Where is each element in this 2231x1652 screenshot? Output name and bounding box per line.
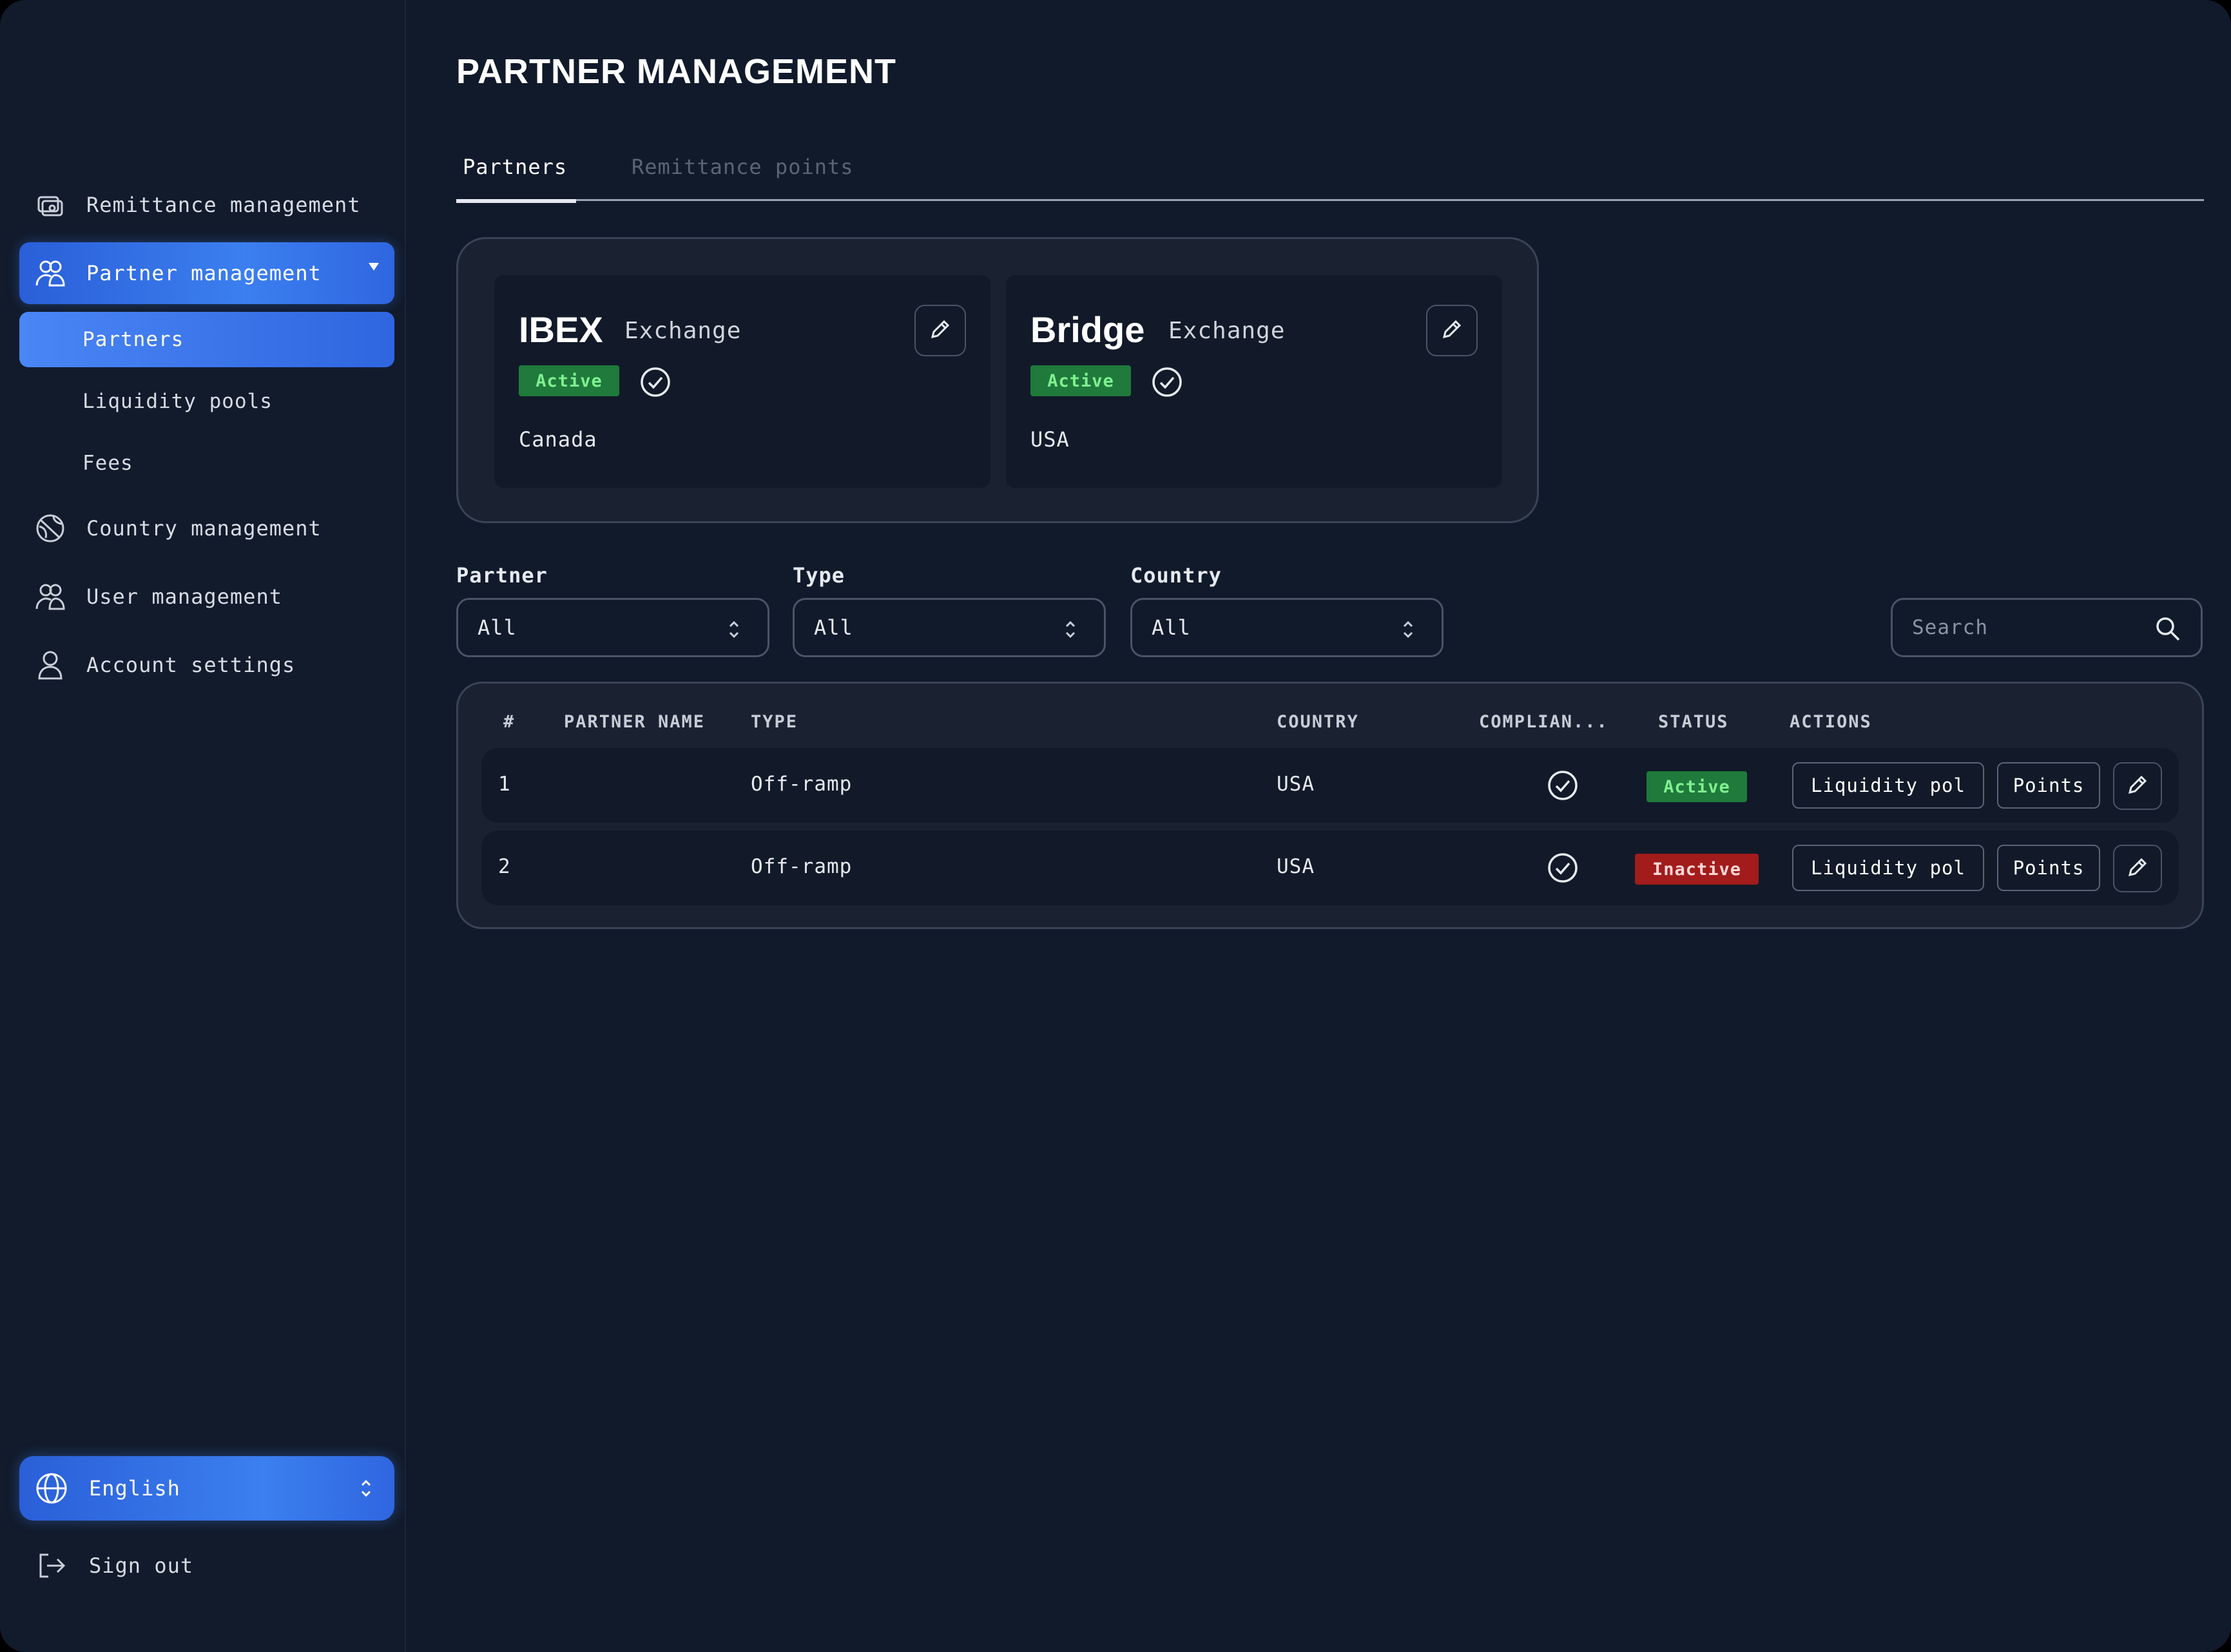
column-header-country: COUNTRY: [1277, 712, 1359, 732]
partner-card[interactable]: IBEX Exchange Active Canada: [494, 275, 990, 488]
column-header-partner-name: PARTNER NAME: [564, 712, 706, 732]
filter-label-partner: Partner: [456, 563, 548, 588]
status-badge: Active: [1030, 365, 1131, 396]
row-number: 2: [498, 855, 511, 878]
edit-partner-button[interactable]: [914, 305, 966, 356]
up-down-icon: [726, 618, 742, 641]
remittance-icon: [34, 188, 67, 222]
users-icon: [34, 580, 67, 613]
row-number: 1: [498, 773, 511, 796]
person-icon: [34, 648, 67, 682]
liquidity-pool-button[interactable]: Liquidity pol: [1792, 845, 1984, 891]
partner-card[interactable]: Bridge Exchange Active USA: [1006, 275, 1502, 488]
edit-row-button[interactable]: [2113, 845, 2162, 892]
tab-remittance-points[interactable]: Remittance points: [632, 142, 854, 200]
sidebar-item-label: Account settings: [86, 653, 296, 677]
partner-cards-panel: IBEX Exchange Active Canada Bridge Excha…: [456, 237, 1539, 523]
partner-card-type: Exchange: [624, 318, 742, 344]
type-filter-select[interactable]: All: [793, 598, 1106, 657]
language-label: English: [89, 1476, 180, 1501]
sidebar-subitem-partners[interactable]: Partners: [19, 312, 394, 367]
row-type: Off-ramp: [751, 773, 853, 796]
sidebar-item-label: Partner management: [86, 261, 322, 285]
partner-icon: [34, 256, 67, 290]
sidebar-subitem-label: Partners: [82, 328, 184, 351]
row-country: USA: [1277, 773, 1315, 796]
pencil-icon: [927, 316, 953, 345]
caret-down-icon: [369, 263, 379, 271]
search-icon[interactable]: [2153, 614, 2183, 644]
sidebar-item-label: Remittance management: [86, 193, 361, 217]
sign-out-icon: [34, 1548, 70, 1584]
pencil-icon: [1439, 316, 1465, 345]
select-value: All: [1152, 615, 1191, 640]
compliance-check-icon: [1546, 769, 1579, 802]
sidebar-subitem-label: Fees: [82, 452, 133, 475]
sidebar: Remittance management Partner management…: [0, 0, 406, 1652]
sign-out-label: Sign out: [89, 1553, 194, 1578]
sidebar-item-account-settings[interactable]: Account settings: [19, 634, 394, 696]
sidebar-item-label: Country management: [86, 516, 322, 541]
globe-slash-icon: [34, 512, 67, 545]
filter-label-country: Country: [1130, 563, 1222, 588]
search-placeholder: Search: [1912, 616, 1988, 639]
table-row[interactable]: 1 Off-ramp USA Active Liquidity pol Poin…: [481, 748, 2179, 823]
up-down-icon: [358, 1475, 374, 1501]
up-down-icon: [1400, 618, 1416, 641]
sidebar-subitem-label: Liquidity pools: [82, 390, 273, 413]
status-badge: Active: [519, 365, 619, 396]
column-header-type: TYPE: [751, 712, 798, 732]
sidebar-item-user-management[interactable]: User management: [19, 566, 394, 628]
sidebar-subitem-fees[interactable]: Fees: [19, 436, 394, 491]
pencil-icon: [2125, 854, 2150, 883]
column-header-number: #: [503, 712, 516, 732]
tab-bar: Partners Remittance points: [456, 129, 2204, 203]
table-row[interactable]: 2 Off-ramp USA Inactive Liquidity pol Po…: [481, 831, 2179, 905]
sidebar-item-remittance-management[interactable]: Remittance management: [19, 174, 394, 236]
partner-card-name: IBEX: [519, 309, 603, 350]
up-down-icon: [1063, 618, 1078, 641]
points-button[interactable]: Points: [1997, 762, 2100, 809]
row-country: USA: [1277, 855, 1315, 878]
partner-filter-select[interactable]: All: [456, 598, 769, 657]
sidebar-item-country-management[interactable]: Country management: [19, 497, 394, 559]
pencil-icon: [2125, 772, 2150, 800]
partners-table: # PARTNER NAME TYPE COUNTRY COMPLIAN... …: [456, 682, 2204, 929]
edit-row-button[interactable]: [2113, 762, 2162, 810]
sign-out-button[interactable]: Sign out: [19, 1535, 394, 1597]
compliance-check-icon: [1546, 851, 1579, 885]
select-value: All: [478, 615, 517, 640]
check-circle-icon: [1150, 365, 1184, 399]
column-header-actions: ACTIONS: [1790, 712, 1872, 732]
partner-card-country: Canada: [519, 427, 597, 452]
status-badge: Active: [1647, 771, 1747, 802]
status-badge: Inactive: [1635, 854, 1759, 885]
tab-partners[interactable]: Partners: [456, 142, 577, 203]
column-header-compliance: COMPLIAN...: [1479, 712, 1608, 732]
page-title: PARTNER MANAGEMENT: [456, 52, 896, 91]
filter-label-type: Type: [793, 563, 845, 588]
sidebar-item-partner-management[interactable]: Partner management: [19, 242, 394, 304]
search-input[interactable]: Search: [1891, 598, 2203, 657]
app-window: Remittance management Partner management…: [0, 0, 2231, 1652]
partner-card-type: Exchange: [1168, 318, 1286, 344]
select-value: All: [814, 615, 853, 640]
language-selector[interactable]: English: [19, 1456, 394, 1521]
points-button[interactable]: Points: [1997, 845, 2100, 891]
edit-partner-button[interactable]: [1426, 305, 1478, 356]
sidebar-item-label: User management: [86, 584, 282, 609]
row-type: Off-ramp: [751, 855, 853, 878]
check-circle-icon: [639, 365, 672, 399]
partner-card-name: Bridge: [1030, 309, 1145, 350]
column-header-status: STATUS: [1658, 712, 1729, 732]
partner-card-country: USA: [1030, 427, 1070, 452]
liquidity-pool-button[interactable]: Liquidity pol: [1792, 762, 1984, 809]
sidebar-subitem-liquidity-pools[interactable]: Liquidity pools: [19, 374, 394, 429]
country-filter-select[interactable]: All: [1130, 598, 1444, 657]
globe-icon: [34, 1470, 70, 1506]
